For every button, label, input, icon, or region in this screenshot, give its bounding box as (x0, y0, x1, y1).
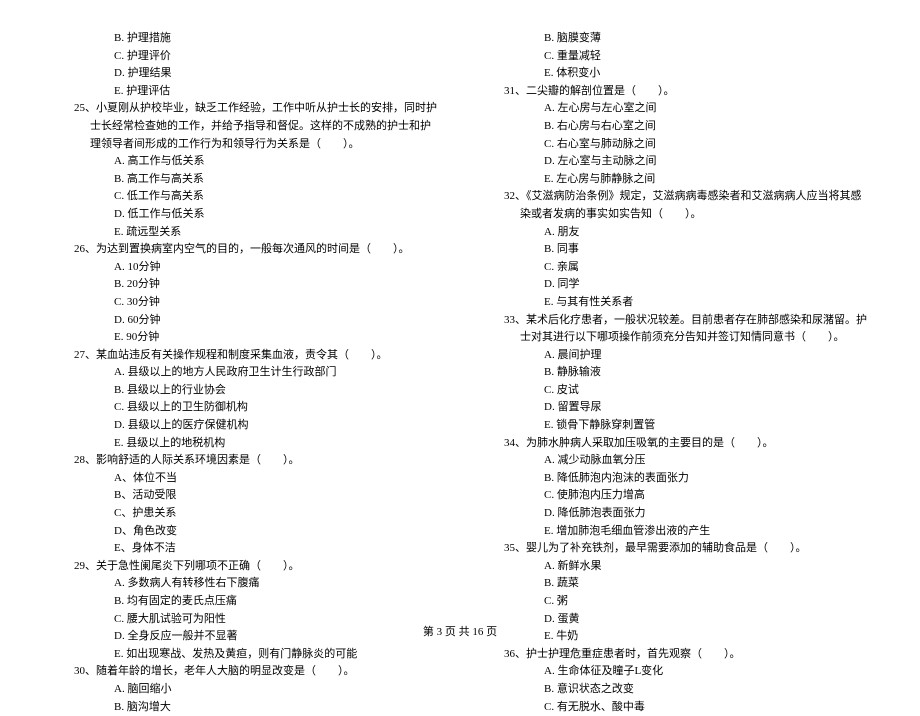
option-text: E. 护理评估 (50, 83, 440, 101)
question-25: 25、小夏刚从护校毕业，缺乏工作经验，工作中听从护士长的安排，同时护士长经常检查… (50, 100, 440, 153)
option-text: D. 左心室与主动脉之间 (480, 153, 870, 171)
option-text: A. 多数病人有转移性右下腹痛 (50, 575, 440, 593)
option-text: B. 20分钟 (50, 276, 440, 294)
option-text: E. 体积变小 (480, 65, 870, 83)
question-27: 27、某血站违反有关操作规程和制度采集血液，责令其（ ）。 (50, 347, 440, 365)
option-text: E. 90分钟 (50, 329, 440, 347)
option-text: C. 使肺泡内压力增高 (480, 487, 870, 505)
question-26: 26、为达到置换病室内空气的目的，一般每次通风的时间是（ ）。 (50, 241, 440, 259)
option-text: D. 护理结果 (50, 65, 440, 83)
option-text: D. 降低肺泡表面张力 (480, 505, 870, 523)
option-text: B. 降低肺泡内泡沫的表面张力 (480, 470, 870, 488)
option-text: A. 高工作与低关系 (50, 153, 440, 171)
option-text: C. 皮试 (480, 382, 870, 400)
option-text: A. 脑回缩小 (50, 681, 440, 699)
option-text: E. 如出现寒战、发热及黄疸，则有门静脉炎的可能 (50, 646, 440, 664)
option-text: A、体位不当 (50, 470, 440, 488)
option-text: E. 与其有性关系者 (480, 294, 870, 312)
option-text: C. 有无脱水、酸中毒 (480, 699, 870, 716)
left-column: B. 护理措施 C. 护理评价 D. 护理结果 E. 护理评估 25、小夏刚从护… (50, 30, 440, 716)
page-footer: 第 3 页 共 16 页 (0, 624, 920, 642)
question-31: 31、二尖瓣的解剖位置是（ ）。 (480, 83, 870, 101)
option-text: A. 县级以上的地方人民政府卫生计生行政部门 (50, 364, 440, 382)
question-33: 33、某术后化疗患者，一般状况较差。目前患者存在肺部感染和尿潴留。护士对其进行以… (480, 312, 870, 347)
option-text: B. 县级以上的行业协会 (50, 382, 440, 400)
option-text: E. 县级以上的地税机构 (50, 435, 440, 453)
question-36: 36、护士护理危重症患者时，首先观察（ ）。 (480, 646, 870, 664)
option-text: E、身体不洁 (50, 540, 440, 558)
option-text: B. 意识状态之改变 (480, 681, 870, 699)
option-text: C. 重量减轻 (480, 48, 870, 66)
option-text: A. 10分钟 (50, 259, 440, 277)
option-text: A. 朋友 (480, 224, 870, 242)
option-text: C. 亲属 (480, 259, 870, 277)
option-text: C、护患关系 (50, 505, 440, 523)
option-text: E. 增加肺泡毛细血管渗出液的产生 (480, 523, 870, 541)
option-text: C. 低工作与高关系 (50, 188, 440, 206)
option-text: B. 同事 (480, 241, 870, 259)
option-text: E. 左心房与肺静脉之间 (480, 171, 870, 189)
option-text: B. 高工作与高关系 (50, 171, 440, 189)
option-text: C. 粥 (480, 593, 870, 611)
option-text: D. 县级以上的医疗保健机构 (50, 417, 440, 435)
option-text: B. 静脉输液 (480, 364, 870, 382)
option-text: A. 新鲜水果 (480, 558, 870, 576)
option-text: E. 锁骨下静脉穿刺置管 (480, 417, 870, 435)
right-column: B. 脑膜变薄 C. 重量减轻 E. 体积变小 31、二尖瓣的解剖位置是（ ）。… (480, 30, 870, 716)
question-35: 35、婴儿为了补充铁剂，最早需要添加的辅助食品是（ ）。 (480, 540, 870, 558)
question-30: 30、随着年龄的增长，老年人大脑的明显改变是（ ）。 (50, 663, 440, 681)
option-text: B. 均有固定的麦氏点压痛 (50, 593, 440, 611)
option-text: B. 护理措施 (50, 30, 440, 48)
option-text: A. 减少动脉血氧分压 (480, 452, 870, 470)
question-29: 29、关于急性阑尾炎下列哪项不正确（ ）。 (50, 558, 440, 576)
option-text: D. 留置导尿 (480, 399, 870, 417)
option-text: B. 右心房与右心室之间 (480, 118, 870, 136)
option-text: B、活动受限 (50, 487, 440, 505)
option-text: C. 县级以上的卫生防御机构 (50, 399, 440, 417)
option-text: B. 脑沟增大 (50, 699, 440, 716)
option-text: C. 右心室与肺动脉之间 (480, 136, 870, 154)
option-text: A. 晨间护理 (480, 347, 870, 365)
question-34: 34、为肺水肿病人采取加压吸氧的主要目的是（ ）。 (480, 435, 870, 453)
option-text: E. 疏远型关系 (50, 224, 440, 242)
option-text: A. 生命体征及瞳子L变化 (480, 663, 870, 681)
option-text: D. 低工作与低关系 (50, 206, 440, 224)
question-32: 32、《艾滋病防治条例》规定，艾滋病病毒感染者和艾滋病病人应当将其感染或者发病的… (480, 188, 870, 223)
option-text: A. 左心房与左心室之间 (480, 100, 870, 118)
option-text: B. 脑膜变薄 (480, 30, 870, 48)
question-28: 28、影响舒适的人际关系环境因素是（ ）。 (50, 452, 440, 470)
option-text: D、角色改变 (50, 523, 440, 541)
option-text: D. 60分钟 (50, 312, 440, 330)
option-text: C. 30分钟 (50, 294, 440, 312)
option-text: C. 护理评价 (50, 48, 440, 66)
option-text: B. 蔬菜 (480, 575, 870, 593)
option-text: D. 同学 (480, 276, 870, 294)
